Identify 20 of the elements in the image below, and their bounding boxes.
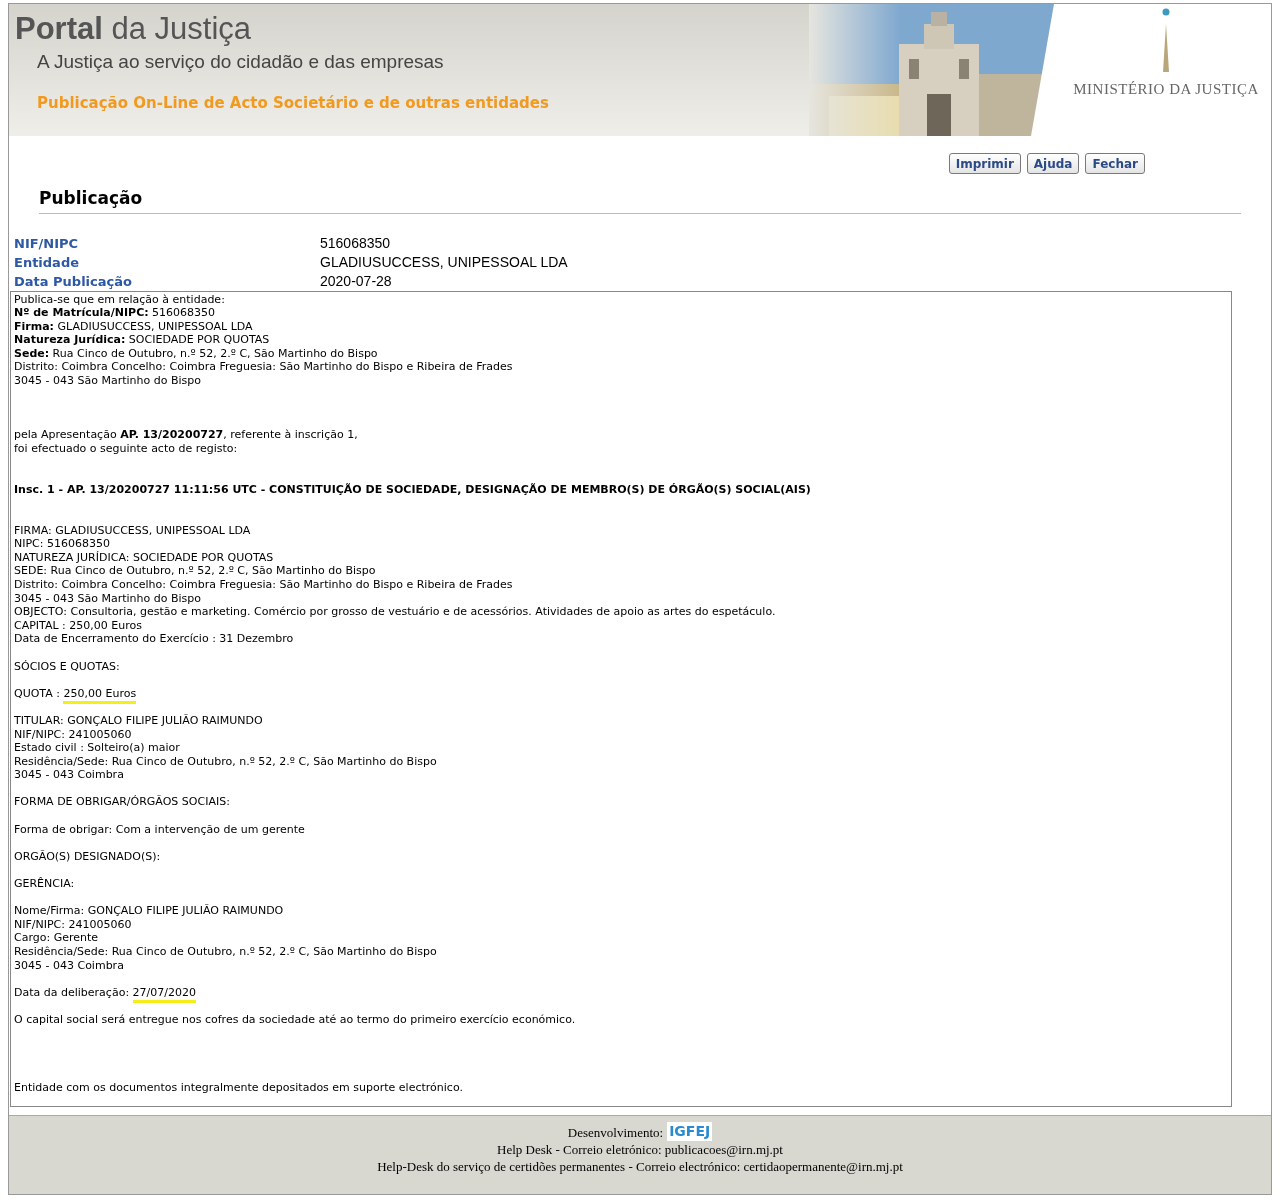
field-label: NIF/NIPC xyxy=(14,234,80,253)
field-label: Entidade xyxy=(14,253,80,272)
publication-text: Publica-se que em relação à entidade: Nº de Matrícula/NIPC: 516068350 Firma: GLADIUSUCCESS, UNIPESSOAL LDA Natureza Jurídica: SOCIEDADE POR QUOTAS Sede: Rua Cinco de Outubro, n.º 52, 2.º C, São Martinho do Bispo Distrito: Coimbra Concelho: Coimbra Freguesia: São Martinho do Bispo e Ribeira de Frades 3045 - 043 São Martinho do Bispo pela Apresentação AP. 13/20200727, referente à inscrição 1, foi efectuado o seguinte acto de registo: Insc. 1 - AP. 13/20200727 11:11:56 UTC - CONSTITUIÇÃO DE SOCIEDADE, DESIGNAÇÃO DE MEMBRO(S) DE ÓRGÃO(S) SOCIAL(AIS) FIRMA: GLADIUSUCCESS, UNIPESSOAL LDA NIPC: 516068350 NATUREZA JURÍDICA: SOCIEDADE POR QUOTAS SEDE: Rua Cinco de Outubro, n.º 52, 2.º C, São Martinho do Bispo Distrito: Coimbra Concelho: Coimbra Freguesia: São Martinho do Bispo e Ribeira de Frades 3045 - 043 São Martinho do Bispo OBJECTO: Consultoria, gestão e marketing. Comércio por grosso de vestuário e de acessórios. Atividades de apoio as artes do espetáculo. CAPITAL : 250,00 Euros Data de Encerramento do Exercício : 31 Dezembro SÓCIOS E QUOTAS: QUOTA : 250,00 Euros TITULAR: GONÇALO FILIPE JULIÃO RAIMUNDO NIF/NIPC: 241005060 Estado civil : Solteiro(a) maior Residência/Sede: Rua Cinco de Outubro, n.º 52, 2.º C, São Martinho do Bispo 3045 - 043 Coimbra FORMA DE OBRIGAR/ÓRGÃOS SOCIAIS: Forma de obrigar: Com a intervenção de um gerente ORGÃO(S) DESIGNADO(S): GERÊNCIA: Nome/Firma: GONÇALO FILIPE JULIÃO RAIMUNDO NIF/NIPC: 241005060 Cargo: Gerente Residência/Sede: Rua Cinco de Outubro, n.º 52, 2.º C, São Martinho do Bispo 3045 - 043 Coimbra Data da deliberação: 27/07/2020 O capital social será entregue nos cofres da sociedade até ao termo do primeiro exercício económico. Entidade com os documentos integralmente depositados em suporte electrónico. xyxy=(10,290,1232,1107)
field-label: Data Publicação xyxy=(14,272,133,291)
ministry-name: MINISTÉRIO DA JUSTIÇA xyxy=(1073,80,1259,99)
toolbar-button[interactable]: Fechar xyxy=(1085,153,1145,174)
section-title: Publicação xyxy=(39,187,144,210)
footer-text: Help Desk - Correio eletrónico: publicacoes@irn.mj.pt xyxy=(497,1140,783,1158)
portal-title: Portal da Justiça xyxy=(15,12,253,46)
toolbar-button[interactable]: Ajuda xyxy=(1026,153,1080,174)
footer-text: Help-Desk do serviço de certidões permanentes - Correio electrónico: certidaopermanente@irn.mj.pt xyxy=(377,1157,903,1175)
portal-tagline: Publicação On-Line de Acto Societário e de outras entidades xyxy=(36,92,550,114)
field-value: 2020-07-28 xyxy=(320,271,393,291)
emblem-icon xyxy=(1161,8,1171,74)
field-value: GLADIUSUCCESS, UNIPESSOAL LDA xyxy=(320,252,569,272)
toolbar-button[interactable]: Imprimir xyxy=(948,153,1021,174)
footer-text: Desenvolvimento: xyxy=(567,1123,664,1141)
portal-subtitle: A Justiça ao serviço do cidadão e das empresas xyxy=(36,50,445,74)
field-value: 516068350 xyxy=(320,233,392,253)
developer-logo: IGFEJ xyxy=(667,1121,713,1141)
